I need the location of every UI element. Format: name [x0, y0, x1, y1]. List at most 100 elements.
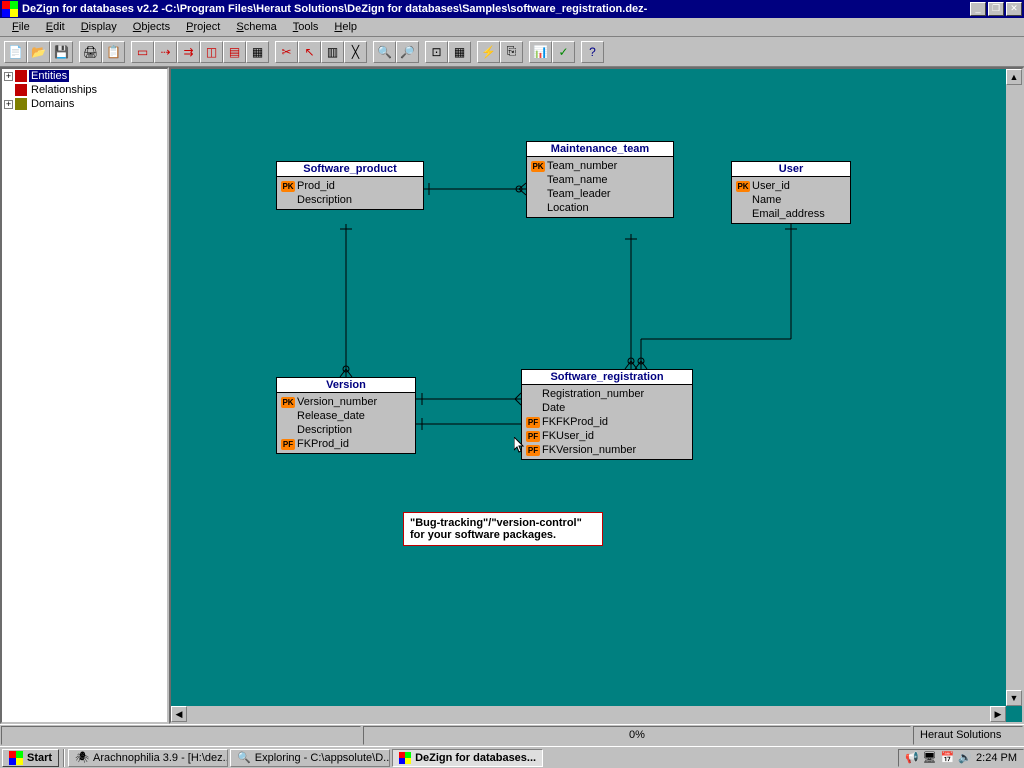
- entity-attribute: Team_name: [531, 173, 669, 187]
- foreign-key-icon: PF: [526, 431, 540, 442]
- minimize-button[interactable]: _: [970, 2, 986, 16]
- entity-tool-button[interactable]: ▭: [131, 41, 154, 63]
- app-icon: [399, 752, 411, 764]
- scroll-down-button[interactable]: ▼: [1006, 690, 1022, 706]
- vertical-scrollbar[interactable]: ▲ ▼: [1006, 69, 1022, 706]
- primary-key-icon: PK: [736, 181, 750, 192]
- tray-icon[interactable]: 🖥: [923, 751, 937, 764]
- status-bar: 0% Heraut Solutions: [0, 724, 1024, 746]
- arrow-button[interactable]: ↖: [298, 41, 321, 63]
- app-icon: [2, 1, 18, 17]
- tree-item-relationships[interactable]: Relationships: [2, 83, 167, 97]
- entity-attribute: PFFKUser_id: [526, 429, 688, 443]
- foreign-key-icon: PF: [526, 417, 540, 428]
- reverse-button[interactable]: ⎘: [500, 41, 523, 63]
- window-title: DeZign for databases v2.2 -C:\Program Fi…: [22, 3, 968, 15]
- diagram-canvas[interactable]: Software_productPKProd_idDescription Main…: [169, 67, 1024, 724]
- primary-key-icon: PK: [281, 397, 295, 408]
- zoom-in-button[interactable]: 🔎: [396, 41, 419, 63]
- diagram-note[interactable]: "Bug-tracking"/"version-control" for you…: [403, 512, 603, 546]
- note-tool-button[interactable]: ▤: [223, 41, 246, 63]
- entity-version[interactable]: VersionPKVersion_numberRelease_dateDescr…: [276, 377, 416, 454]
- tree-item-entities[interactable]: + Entities: [2, 69, 167, 83]
- system-tray[interactable]: 📢 🖥 📅 🔊 2:24 PM: [898, 749, 1024, 767]
- menu-edit[interactable]: Edit: [38, 19, 73, 35]
- report-button[interactable]: 📊: [529, 41, 552, 63]
- clock[interactable]: 2:24 PM: [976, 752, 1017, 764]
- status-vendor: Heraut Solutions: [913, 726, 1023, 745]
- scroll-right-button[interactable]: ▶: [990, 706, 1006, 722]
- entity-attribute: Name: [736, 193, 846, 207]
- explorer-icon: 🔍: [237, 751, 251, 764]
- entity-attribute: Registration_number: [526, 387, 688, 401]
- entity-software_product[interactable]: Software_productPKProd_idDescription: [276, 161, 424, 210]
- entity-header: Software_registration: [522, 370, 692, 385]
- category-button[interactable]: ◫: [200, 41, 223, 63]
- relation-tool-button[interactable]: ⇢: [154, 41, 177, 63]
- open-button[interactable]: 📂: [27, 41, 50, 63]
- grid-button[interactable]: ▦: [448, 41, 471, 63]
- maximize-button[interactable]: ❐: [988, 2, 1004, 16]
- entity-attribute: Description: [281, 193, 419, 207]
- task-button[interactable]: 🕷Arachnophilia 3.9 - [H:\dez...: [68, 749, 228, 767]
- scroll-left-button[interactable]: ◀: [171, 706, 187, 722]
- entity-maintenance_team[interactable]: Maintenance_team PKTeam_numberTeam_nameTe…: [526, 141, 674, 218]
- copy-button[interactable]: 📋: [102, 41, 125, 63]
- menu-display[interactable]: Display: [73, 19, 125, 35]
- entity-attribute: Team_leader: [531, 187, 669, 201]
- status-progress: 0%: [363, 726, 911, 745]
- domain-icon: [15, 98, 27, 110]
- menu-bar: File Edit Display Objects Project Schema…: [0, 18, 1024, 37]
- line-button[interactable]: ╳: [344, 41, 367, 63]
- title-bar: DeZign for databases v2.2 -C:\Program Fi…: [0, 0, 1024, 18]
- entity-attribute: PFFKVersion_number: [526, 443, 688, 457]
- generate-button[interactable]: ⚡: [477, 41, 500, 63]
- entity-header: Maintenance_team: [527, 142, 673, 157]
- start-button[interactable]: Start: [2, 749, 59, 767]
- print-button[interactable]: 🖨: [79, 41, 102, 63]
- menu-file[interactable]: File: [4, 19, 38, 35]
- menu-objects[interactable]: Objects: [125, 19, 178, 35]
- tray-icon[interactable]: 🔊: [958, 751, 972, 764]
- text-button[interactable]: ▥: [321, 41, 344, 63]
- view-tool-button[interactable]: ▦: [246, 41, 269, 63]
- tree-item-domains[interactable]: + Domains: [2, 97, 167, 111]
- entity-attribute: Release_date: [281, 409, 411, 423]
- task-button[interactable]: 🔍Exploring - C:\appsolute\D...: [230, 749, 390, 767]
- expand-icon[interactable]: +: [4, 100, 13, 109]
- menu-project[interactable]: Project: [178, 19, 228, 35]
- menu-help[interactable]: Help: [326, 19, 365, 35]
- tray-icon[interactable]: 📢: [905, 751, 919, 764]
- zoom-out-button[interactable]: 🔍: [373, 41, 396, 63]
- entity-attribute: Email_address: [736, 207, 846, 221]
- primary-key-icon: PK: [281, 181, 295, 192]
- menu-schema[interactable]: Schema: [228, 19, 284, 35]
- save-button[interactable]: 💾: [50, 41, 73, 63]
- task-button[interactable]: DeZign for databases...: [392, 749, 543, 767]
- check-button[interactable]: ✓: [552, 41, 575, 63]
- horizontal-scrollbar[interactable]: ◀ ▶: [171, 706, 1006, 722]
- entity-attribute: Location: [531, 201, 669, 215]
- entity-software_registration[interactable]: Software_registration Registration_number…: [521, 369, 693, 460]
- new-button[interactable]: 📄: [4, 41, 27, 63]
- entity-attribute: PFFKFKProd_id: [526, 415, 688, 429]
- menu-tools[interactable]: Tools: [285, 19, 327, 35]
- identifying-relation-button[interactable]: ⇉: [177, 41, 200, 63]
- entity-user[interactable]: UserPKUser_idNameEmail_address: [731, 161, 851, 224]
- delete-button[interactable]: ✂: [275, 41, 298, 63]
- entity-attribute: PKUser_id: [736, 179, 846, 193]
- entity-icon: [15, 70, 27, 82]
- primary-key-icon: PK: [531, 161, 545, 172]
- fit-button[interactable]: ⊡: [425, 41, 448, 63]
- tray-icon[interactable]: 📅: [941, 751, 955, 764]
- close-button[interactable]: ✕: [1006, 2, 1022, 16]
- tree-panel[interactable]: + Entities Relationships + Domains: [0, 67, 169, 724]
- entity-attribute: PFFKProd_id: [281, 437, 411, 451]
- scroll-up-button[interactable]: ▲: [1006, 69, 1022, 85]
- entity-header: Version: [277, 378, 415, 393]
- help-button[interactable]: ?: [581, 41, 604, 63]
- expand-icon[interactable]: +: [4, 72, 13, 81]
- workspace: + Entities Relationships + Domains: [0, 67, 1024, 724]
- entity-attribute: PKTeam_number: [531, 159, 669, 173]
- taskbar: Start 🕷Arachnophilia 3.9 - [H:\dez... 🔍E…: [0, 746, 1024, 768]
